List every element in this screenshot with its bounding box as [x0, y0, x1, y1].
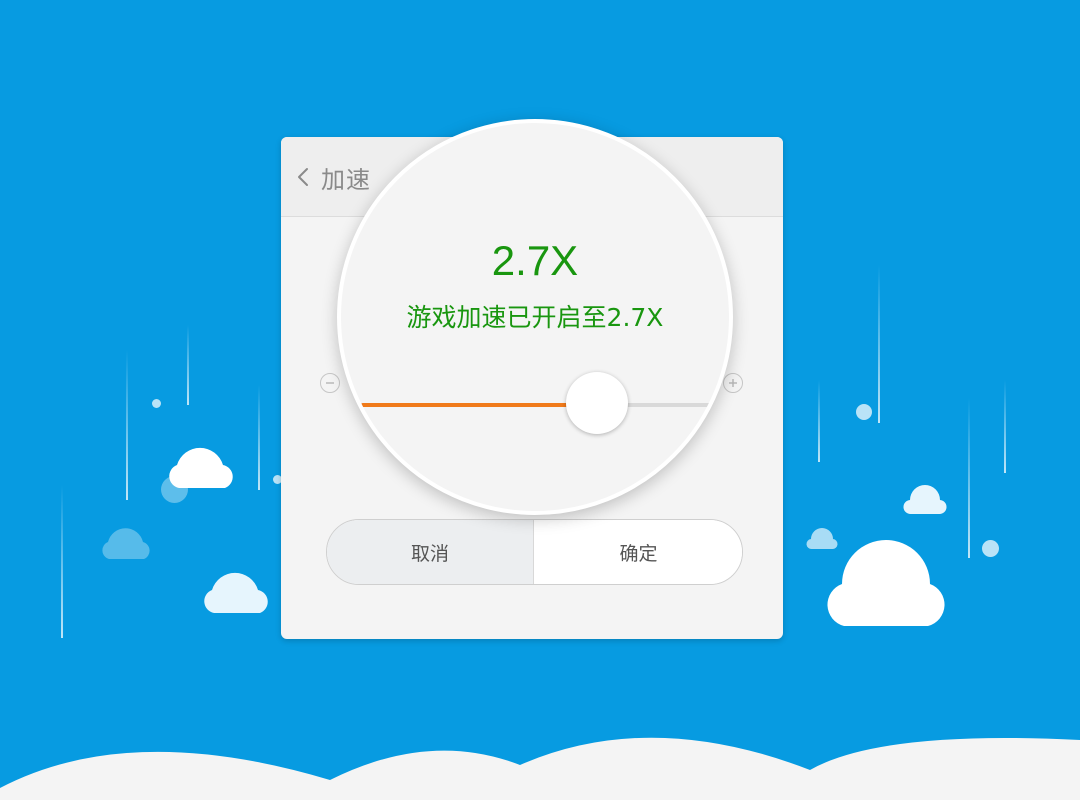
- decorative-dot: [152, 399, 161, 408]
- plus-circle-icon: [729, 379, 737, 387]
- cloud-icon: [827, 540, 945, 626]
- dialog-actions: 取消 确定: [326, 519, 743, 585]
- speed-status-message: 游戏加速已开启至2.7X: [406, 303, 664, 332]
- decrease-speed-button[interactable]: [320, 373, 340, 393]
- speed-slider[interactable]: [361, 372, 711, 434]
- rain-line: [61, 485, 63, 638]
- cloud-icon: [169, 447, 233, 488]
- decorative-dot: [856, 404, 872, 420]
- rain-line: [187, 325, 189, 405]
- rain-line: [1004, 380, 1006, 473]
- increase-speed-button[interactable]: [723, 373, 743, 393]
- slider-thumb[interactable]: [566, 372, 628, 434]
- dialog-title: 加速: [321, 165, 371, 194]
- rain-line: [878, 265, 880, 423]
- minus-circle-icon: [326, 382, 334, 384]
- cancel-button[interactable]: 取消: [327, 520, 534, 584]
- ground-clouds: [0, 737, 1080, 800]
- decorative-dot: [982, 540, 999, 557]
- magnifier-lens: 2.7X 游戏加速已开启至2.7X: [337, 119, 733, 515]
- chevron-left-icon: [298, 168, 308, 186]
- cloud-icon: [102, 528, 150, 559]
- cloud-icon: [204, 572, 268, 613]
- rain-line: [126, 350, 128, 500]
- cloud-icon: [903, 485, 947, 515]
- back-button[interactable]: 加速: [293, 159, 371, 195]
- rain-line: [968, 398, 970, 558]
- slider-fill: [361, 403, 597, 407]
- rain-line: [258, 385, 260, 490]
- confirm-button[interactable]: 确定: [534, 520, 742, 584]
- speed-value: 2.7X: [491, 237, 579, 284]
- rain-line: [818, 380, 820, 462]
